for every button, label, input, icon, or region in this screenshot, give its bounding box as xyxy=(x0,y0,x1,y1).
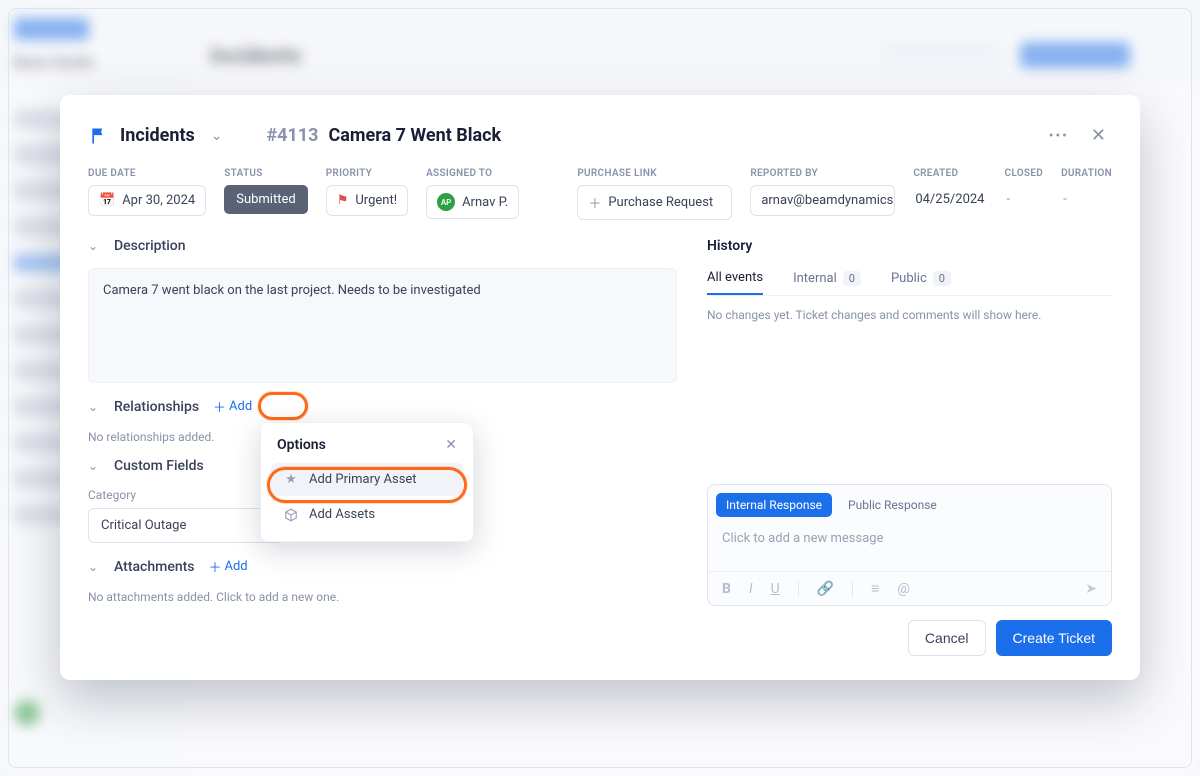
bold-icon[interactable]: B xyxy=(722,581,731,597)
breadcrumb-category[interactable]: Incidents xyxy=(120,125,195,146)
chevron-down-icon[interactable]: ⌄ xyxy=(205,128,229,144)
add-relationship-button[interactable]: ＋ Add xyxy=(213,397,252,416)
history-title: History xyxy=(707,238,1112,254)
ticket-id: #4113 xyxy=(267,125,319,146)
due-date-picker[interactable]: 📅 Apr 30, 2024 xyxy=(88,185,206,216)
link-icon[interactable]: 🔗 xyxy=(817,581,834,597)
compose-input[interactable]: Click to add a new message xyxy=(708,523,1111,571)
field-closed: CLOSED - xyxy=(1005,168,1044,214)
tab-public-response[interactable]: Public Response xyxy=(838,493,947,517)
status-pill[interactable]: Submitted xyxy=(224,185,307,214)
compose-box: Internal Response Public Response Click … xyxy=(707,484,1112,606)
section-description-header: ⌄ Description xyxy=(88,238,677,254)
more-menu-icon[interactable]: ••• xyxy=(1043,122,1075,150)
mention-icon[interactable]: @ xyxy=(897,581,910,597)
field-assigned-to: ASSIGNED TO AP Arnav P. xyxy=(426,168,519,219)
plus-icon: ＋ xyxy=(208,557,221,576)
fields-row: DUE DATE 📅 Apr 30, 2024 STATUS Submitted… xyxy=(88,168,1112,220)
options-popover: Options ✕ ★ Add Primary Asset Add Assets xyxy=(260,422,474,542)
option-add-primary-asset[interactable]: ★ Add Primary Asset xyxy=(271,463,463,496)
calendar-icon: 📅 xyxy=(99,193,115,208)
history-empty: No changes yet. Ticket changes and comme… xyxy=(707,296,1112,322)
flag-icon: ⚑ xyxy=(337,193,349,208)
avatar: AP xyxy=(437,193,455,211)
description-text[interactable]: Camera 7 went black on the last project.… xyxy=(88,268,677,383)
chevron-down-icon[interactable]: ⌄ xyxy=(88,239,100,253)
purchase-request-button[interactable]: ＋ Purchase Request xyxy=(577,185,732,220)
field-status: STATUS Submitted xyxy=(224,168,307,214)
field-purchase-link: PURCHASE LINK ＋ Purchase Request xyxy=(577,168,732,220)
section-attachments-header: ⌄ Attachments ＋ Add xyxy=(88,557,677,576)
assignee-select[interactable]: AP Arnav P. xyxy=(426,185,519,219)
reported-by-input[interactable]: arnav@beamdynamics.io xyxy=(750,185,895,216)
tab-public[interactable]: Public0 xyxy=(891,262,951,295)
add-attachment-button[interactable]: ＋ Add xyxy=(208,557,247,576)
priority-select[interactable]: ⚑ Urgent! xyxy=(326,185,408,216)
cancel-button[interactable]: Cancel xyxy=(908,620,986,656)
field-duration: DURATION - xyxy=(1061,168,1112,214)
field-created: CREATED 04/25/2024 xyxy=(913,168,986,214)
modal-header: Incidents ⌄ #4113 Camera 7 Went Black ••… xyxy=(88,119,1112,152)
underline-icon[interactable]: U xyxy=(771,581,780,597)
attachments-empty[interactable]: No attachments added. Click to add a new… xyxy=(88,590,677,604)
close-icon[interactable]: ✕ xyxy=(445,437,457,453)
send-icon[interactable]: ➤ xyxy=(1085,581,1097,597)
field-reported-by: REPORTED BY arnav@beamdynamics.io xyxy=(750,168,895,216)
chevron-down-icon[interactable]: ⌄ xyxy=(88,560,100,574)
chevron-down-icon[interactable]: ⌄ xyxy=(88,459,100,473)
chevron-down-icon[interactable]: ⌄ xyxy=(88,400,100,414)
tab-internal[interactable]: Internal0 xyxy=(793,262,861,295)
field-due-date: DUE DATE 📅 Apr 30, 2024 xyxy=(88,168,206,216)
category-select[interactable]: Critical Outage xyxy=(88,508,283,543)
incidents-icon xyxy=(88,125,110,147)
section-relationships-header: ⌄ Relationships ＋ Add xyxy=(88,397,677,416)
tab-all-events[interactable]: All events xyxy=(707,262,763,295)
tab-internal-response[interactable]: Internal Response xyxy=(716,493,832,517)
cube-icon xyxy=(283,508,299,522)
popover-title: Options xyxy=(277,437,326,453)
close-icon[interactable]: ✕ xyxy=(1085,119,1112,152)
plus-icon: ＋ xyxy=(213,397,226,416)
create-ticket-button[interactable]: Create Ticket xyxy=(996,620,1112,656)
field-priority: PRIORITY ⚑ Urgent! xyxy=(326,168,408,216)
align-icon[interactable]: ≡ xyxy=(871,580,879,597)
compose-toolbar: B I U 🔗 ≡ @ ➤ xyxy=(708,571,1111,605)
italic-icon[interactable]: I xyxy=(749,581,753,597)
plus-icon: ＋ xyxy=(588,193,601,212)
star-icon: ★ xyxy=(283,472,299,487)
ticket-title: Camera 7 Went Black xyxy=(329,125,502,146)
history-tabs: All events Internal0 Public0 xyxy=(707,262,1112,296)
option-add-assets[interactable]: Add Assets xyxy=(271,498,463,531)
ticket-modal: Incidents ⌄ #4113 Camera 7 Went Black ••… xyxy=(60,95,1140,680)
